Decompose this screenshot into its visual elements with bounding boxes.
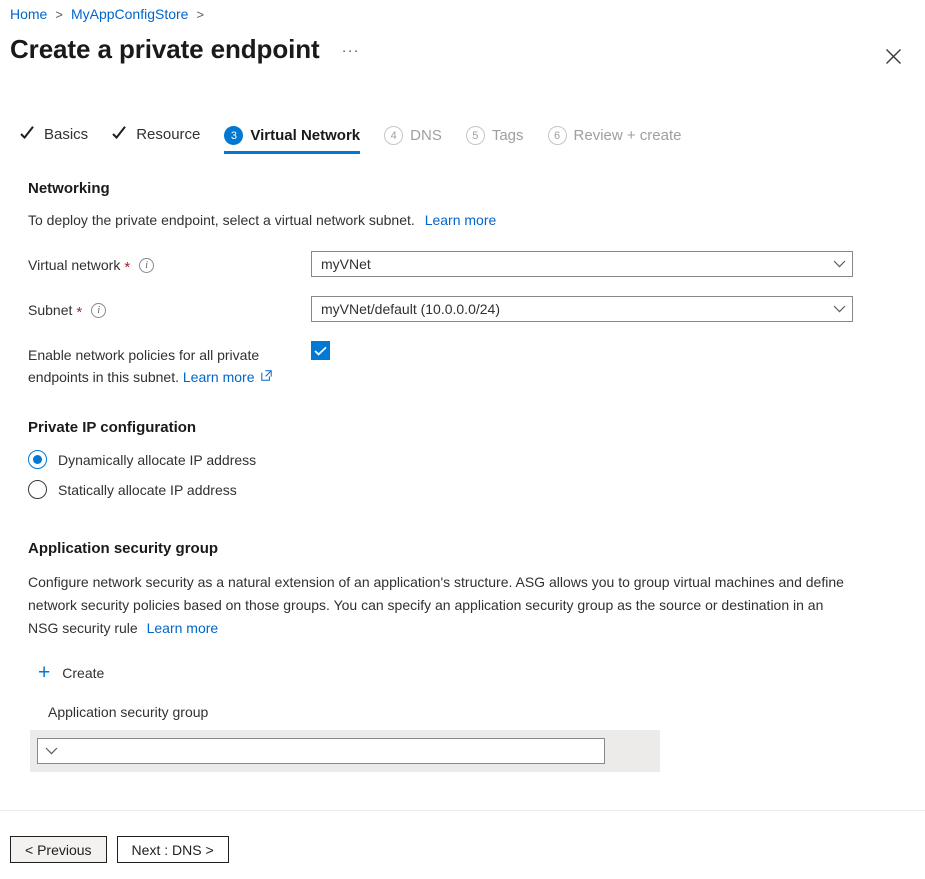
previous-button[interactable]: < Previous [10,836,107,863]
breadcrumb-item-myappconfigstore[interactable]: MyAppConfigStore [71,6,189,22]
breadcrumb-item-home[interactable]: Home [10,6,47,22]
enable-network-policies-checkbox[interactable] [311,341,330,360]
close-icon[interactable] [877,40,909,72]
title-row: Create a private endpoint ··· [10,34,360,65]
networking-description: To deploy the private endpoint, select a… [28,210,496,231]
virtual-network-dropdown[interactable]: myVNet [311,251,853,277]
radio-selected-icon [28,450,47,469]
required-asterisk: * [124,259,131,276]
networking-description-text: To deploy the private endpoint, select a… [28,212,415,228]
subnet-label: Subnet * i [28,301,107,321]
tab-label: Tags [491,127,524,144]
tab-label: Resource [136,126,201,143]
network-policies-label: Enable network policies for all private … [28,345,303,388]
footer-divider [0,810,925,811]
radio-label: Statically allocate IP address [58,481,237,498]
breadcrumb-separator-icon: > [55,6,63,22]
chevron-down-icon [38,747,64,755]
check-icon [112,126,129,143]
step-number-badge: 3 [224,126,244,145]
tab-label: Virtual Network [250,127,361,144]
tab-tags[interactable]: 5 Tags [464,126,534,154]
virtual-network-label-text: Virtual network [28,257,121,273]
check-icon [314,346,327,356]
asg-description: Configure network security as a natural … [28,571,848,640]
virtual-network-label: Virtual network * i [28,256,155,276]
networking-heading: Networking [28,180,110,197]
asg-field-label: Application security group [48,704,209,720]
create-asg-button[interactable]: + Create [38,662,104,683]
plus-icon: + [38,661,51,684]
virtual-network-value: myVNet [321,256,371,272]
chevron-down-icon [826,305,852,313]
asg-dropdown[interactable] [37,738,605,764]
radio-statically-allocate[interactable]: Statically allocate IP address [28,480,237,499]
next-dns-button[interactable]: Next : DNS > [116,836,229,863]
tab-resource[interactable]: Resource [110,126,210,152]
radio-unselected-icon [28,480,47,499]
info-icon[interactable]: i [91,303,107,318]
network-policies-label-line2: endpoints in this subnet. [28,369,179,385]
more-options-icon[interactable]: ··· [342,42,360,59]
tab-label: Review + create [573,127,682,144]
subnet-label-text: Subnet [28,302,73,318]
subnet-value: myVNet/default (10.0.0.0/24) [321,301,500,317]
network-policies-label-line1: Enable network policies for all private [28,347,260,363]
required-asterisk: * [76,304,83,321]
footer-actions: < Previous Next : DNS > [10,836,229,863]
networking-learn-more-link[interactable]: Learn more [425,212,497,228]
radio-dynamically-allocate[interactable]: Dynamically allocate IP address [28,450,256,469]
network-policies-learn-more-link[interactable]: Learn more [183,369,255,385]
tab-dns[interactable]: 4 DNS [382,126,452,154]
private-ip-heading: Private IP configuration [28,419,197,436]
tab-label: Basics [44,126,89,143]
create-asg-label: Create [62,664,105,681]
radio-label: Dynamically allocate IP address [58,451,257,468]
breadcrumb-separator-icon: > [196,6,205,22]
chevron-down-icon [826,260,852,268]
asg-heading: Application security group [28,540,219,557]
subnet-dropdown[interactable]: myVNet/default (10.0.0.0/24) [311,296,853,322]
wizard-tabs: Basics Resource 3 Virtual Network 4 DNS … [18,126,703,154]
tab-label: DNS [410,127,442,144]
tab-virtual-network[interactable]: 3 Virtual Network [222,126,370,154]
page-title: Create a private endpoint [10,34,320,64]
asg-learn-more-link[interactable]: Learn more [147,620,219,636]
tab-basics[interactable]: Basics [18,126,98,152]
step-number-badge: 5 [465,126,485,145]
check-icon [20,126,37,143]
info-icon[interactable]: i [139,258,155,273]
tab-review-create[interactable]: 6 Review + create [546,126,692,154]
breadcrumb: Home > MyAppConfigStore > [10,6,212,22]
external-link-icon [261,366,273,387]
step-number-badge: 4 [384,126,404,145]
step-number-badge: 6 [547,126,567,145]
